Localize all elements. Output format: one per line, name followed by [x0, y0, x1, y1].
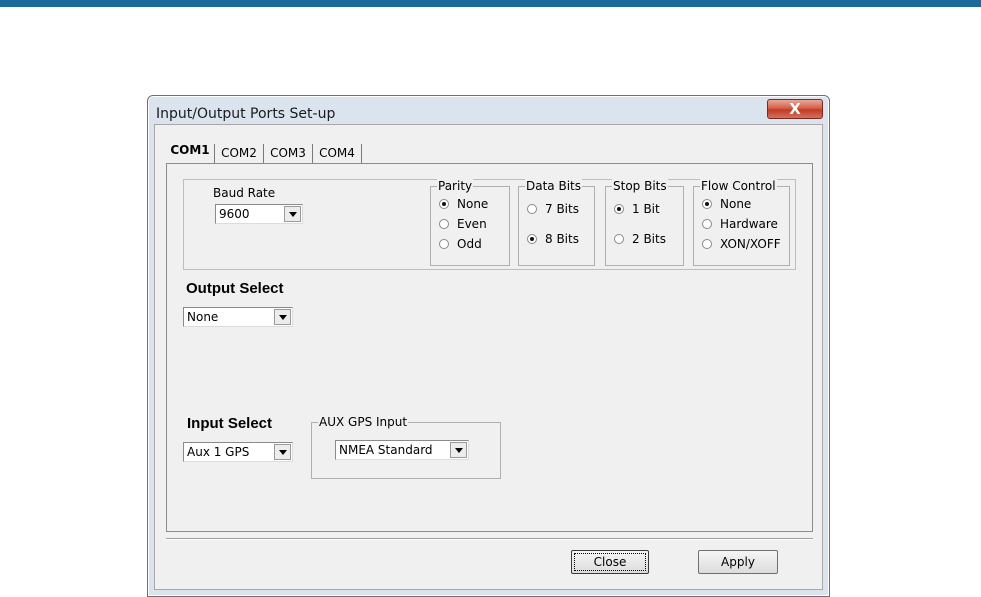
dialog-title: Input/Output Ports Set-up	[156, 106, 336, 122]
chevron-down-icon[interactable]	[274, 309, 291, 325]
parity-none-label: None	[457, 197, 489, 211]
baud-rate-select[interactable]: 9600	[215, 204, 303, 224]
window-close-button[interactable]: X	[767, 99, 823, 119]
aux-gps-legend: AUX GPS Input	[318, 415, 409, 429]
flow-xonxoff-radio[interactable]: XON/XOFF	[702, 237, 781, 251]
radio-selected-icon	[439, 199, 449, 209]
radio-icon	[702, 239, 712, 249]
baud-rate-value: 9600	[219, 207, 250, 221]
aux-gps-input-dropdown[interactable]: NMEA Standard	[335, 440, 469, 460]
data-bits-legend: Data Bits	[525, 179, 582, 193]
radio-icon	[702, 219, 712, 229]
dialog-client-area: COM1 COM2 COM3 COM4 Baud Rate 9600 Parit…	[154, 124, 823, 590]
data-bits-7-label: 7 Bits	[545, 202, 579, 216]
tab-com3[interactable]: COM3	[263, 144, 312, 163]
chevron-down-icon[interactable]	[274, 444, 291, 460]
stop-bits-group: Stop Bits 1 Bit 2 Bits	[605, 179, 684, 266]
output-select-value: None	[187, 310, 219, 324]
data-bits-8-label: 8 Bits	[545, 232, 579, 246]
close-icon: X	[789, 100, 801, 118]
parity-odd-radio[interactable]: Odd	[439, 237, 482, 251]
tab-com2[interactable]: COM2	[214, 144, 263, 163]
tab-com1[interactable]: COM1	[167, 141, 213, 163]
close-button[interactable]: Close	[571, 550, 649, 574]
radio-selected-icon	[614, 204, 624, 214]
apply-button[interactable]: Apply	[698, 550, 778, 574]
com1-tab-panel: Baud Rate 9600 Parity None Even Odd Data…	[166, 163, 813, 532]
parity-group: Parity None Even Odd	[430, 179, 510, 266]
stop-bits-legend: Stop Bits	[612, 179, 668, 193]
stop-bits-2-label: 2 Bits	[632, 232, 666, 246]
aux-gps-input-value: NMEA Standard	[339, 443, 433, 457]
input-select-heading: Input Select	[187, 415, 273, 432]
data-bits-7-radio[interactable]: 7 Bits	[527, 202, 579, 216]
data-bits-8-radio[interactable]: 8 Bits	[527, 232, 579, 246]
parity-legend: Parity	[437, 179, 474, 193]
parity-even-radio[interactable]: Even	[439, 217, 487, 231]
aux-gps-group: AUX GPS Input NMEA Standard	[311, 415, 501, 479]
flow-none-label: None	[720, 197, 752, 211]
flow-hardware-label: Hardware	[720, 217, 778, 231]
top-accent-bar	[0, 0, 981, 7]
footer-divider	[166, 538, 813, 540]
serial-settings-box: Baud Rate 9600 Parity None Even Odd Data…	[183, 179, 796, 270]
flow-xonxoff-label: XON/XOFF	[720, 237, 781, 251]
data-bits-group: Data Bits 7 Bits 8 Bits	[518, 179, 595, 266]
tab-com4[interactable]: COM4	[312, 144, 361, 163]
chevron-down-icon[interactable]	[450, 442, 467, 458]
chevron-down-icon[interactable]	[284, 206, 301, 222]
stop-bits-1-label: 1 Bit	[632, 202, 660, 216]
radio-selected-icon	[702, 199, 712, 209]
flow-control-group: Flow Control None Hardware XON/XOFF	[693, 179, 790, 266]
stop-bits-1-radio[interactable]: 1 Bit	[614, 202, 660, 216]
parity-even-label: Even	[457, 217, 487, 231]
radio-icon	[527, 204, 537, 214]
radio-selected-icon	[527, 234, 537, 244]
flow-none-radio[interactable]: None	[702, 197, 751, 211]
flow-control-legend: Flow Control	[700, 179, 777, 193]
output-select-heading: Output Select	[186, 280, 284, 297]
radio-icon	[614, 234, 624, 244]
io-ports-dialog: Input/Output Ports Set-up X COM1 COM2 CO…	[147, 95, 830, 597]
parity-odd-label: Odd	[457, 237, 482, 251]
radio-icon	[439, 219, 449, 229]
input-select-value: Aux 1 GPS	[187, 445, 250, 459]
input-select-dropdown[interactable]: Aux 1 GPS	[183, 442, 293, 462]
stop-bits-2-radio[interactable]: 2 Bits	[614, 232, 666, 246]
output-select-dropdown[interactable]: None	[183, 307, 293, 327]
radio-icon	[439, 239, 449, 249]
flow-hardware-radio[interactable]: Hardware	[702, 217, 778, 231]
baud-rate-label: Baud Rate	[213, 186, 276, 200]
parity-none-radio[interactable]: None	[439, 197, 488, 211]
tab-end-divider	[361, 144, 362, 163]
